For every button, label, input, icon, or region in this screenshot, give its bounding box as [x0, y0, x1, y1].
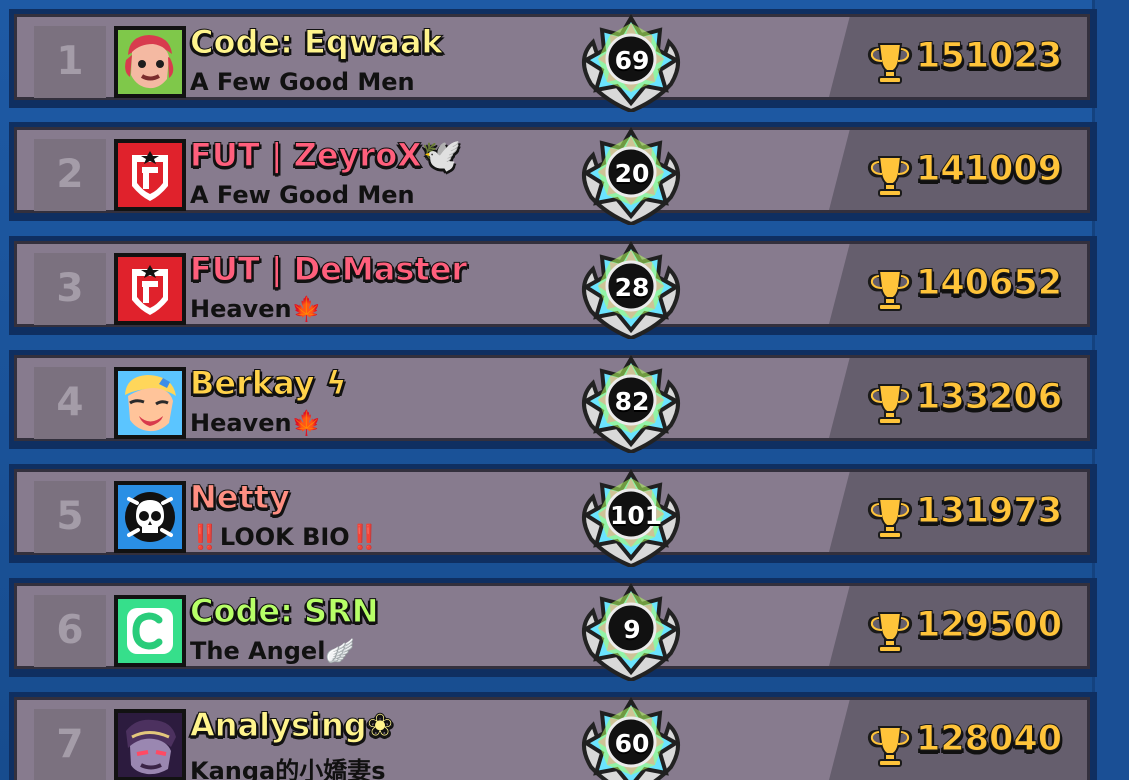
avatar-image	[118, 30, 182, 94]
rank-number: 6	[56, 608, 84, 653]
player-level: 9	[623, 615, 641, 644]
avatar-image	[118, 143, 182, 207]
player-level: 101	[610, 501, 663, 530]
row-frame: 1 Code: Eqwaak A Few Good Men 69 151023	[14, 14, 1090, 112]
trophy-count: 131973	[915, 491, 1063, 532]
trophy-count: 129500	[915, 605, 1063, 646]
trophy-count: 151023	[915, 36, 1063, 77]
trophy-icon	[867, 498, 913, 539]
dark-purple-brawler-avatar	[114, 709, 186, 780]
rank-number: 3	[56, 266, 84, 311]
player-name: Code: Eqwaak	[190, 23, 444, 62]
fut-club-logo-avatar	[114, 253, 186, 325]
player-name: Netty	[190, 478, 291, 517]
rank-number: 1	[56, 39, 84, 84]
leaderboard-row-1[interactable]: 1 Code: Eqwaak A Few Good Men 69 151023	[9, 9, 1097, 112]
row-frame: 2 FUT | ZeyroX🕊️ A Few Good Men 20 14100…	[14, 127, 1090, 225]
player-level: 20	[614, 159, 650, 188]
side-panel-strip	[1092, 0, 1129, 780]
club-name: ‼️LOOK BIO‼️	[190, 523, 380, 551]
leaderboard-row-6[interactable]: 6 Code: SRN The Angel🪽 9 129500	[9, 578, 1097, 681]
green-c-logo-avatar	[114, 595, 186, 667]
trophy-icon	[867, 43, 913, 84]
player-name: Analysing❀	[189, 706, 394, 745]
trophy-count: 133206	[915, 377, 1063, 418]
avatar-image	[118, 599, 182, 663]
trophy-icon	[867, 270, 913, 311]
rank-number: 5	[56, 494, 84, 539]
trophy-count: 141009	[915, 149, 1063, 190]
player-level: 82	[614, 387, 650, 416]
club-name: Heaven🍁	[190, 295, 322, 323]
fut-club-logo-avatar	[114, 139, 186, 211]
player-name: Berkay ϟ	[190, 364, 348, 403]
row-frame: 5 Netty ‼️LOOK BIO‼️ 101 131973	[14, 469, 1090, 567]
player-level: 60	[614, 729, 650, 758]
leaderboard-screen: 1 Code: Eqwaak A Few Good Men 69 151023 …	[0, 0, 1129, 780]
player-level: 69	[614, 46, 650, 75]
player-name: FUT | DeMaster	[189, 250, 468, 289]
trophy-icon	[867, 612, 913, 653]
trophy-count: 140652	[915, 263, 1063, 304]
leaderboard-row-7[interactable]: 7 Analysing❀ Kanga的小嬌妻s 60 128040	[9, 692, 1097, 780]
club-name: Kanga的小嬌妻s	[190, 757, 386, 780]
row-frame: 7 Analysing❀ Kanga的小嬌妻s 60 128040	[14, 697, 1090, 780]
club-name: A Few Good Men	[190, 181, 415, 209]
trophy-icon	[867, 726, 913, 767]
leaderboard-row-3[interactable]: 3 FUT | DeMaster Heaven🍁 28 140652	[9, 236, 1097, 339]
player-level: 28	[614, 273, 650, 302]
leaderboard-row-2[interactable]: 2 FUT | ZeyroX🕊️ A Few Good Men 20 14100…	[9, 122, 1097, 225]
trophy-icon	[867, 156, 913, 197]
row-frame: 4 Berkay ϟ Heaven🍁 82 133206	[14, 355, 1090, 453]
row-frame: 6 Code: SRN The Angel🪽 9 129500	[14, 583, 1090, 681]
row-frame: 3 FUT | DeMaster Heaven🍁 28 140652	[14, 241, 1090, 339]
club-name: Heaven🍁	[190, 409, 322, 437]
avatar-image	[118, 371, 182, 435]
skull-avatar	[114, 481, 186, 553]
leaderboard-row-5[interactable]: 5 Netty ‼️LOOK BIO‼️ 101 131973	[9, 464, 1097, 567]
rank-number: 2	[56, 152, 84, 197]
trophy-count: 128040	[915, 719, 1063, 760]
club-name: The Angel🪽	[190, 637, 356, 665]
blonde-brawler-avatar	[114, 367, 186, 439]
club-name: A Few Good Men	[190, 68, 415, 96]
avatar-image	[118, 713, 182, 777]
trophy-icon	[867, 384, 913, 425]
avatar-image	[118, 257, 182, 321]
rank-number: 4	[56, 380, 84, 425]
rank-number: 7	[56, 722, 84, 767]
leaderboard-row-4[interactable]: 4 Berkay ϟ Heaven🍁 82 133206	[9, 350, 1097, 453]
player-name: FUT | ZeyroX🕊️	[190, 136, 463, 175]
red-haired-brawler-avatar	[114, 26, 186, 98]
avatar-image	[118, 485, 182, 549]
player-name: Code: SRN	[189, 592, 379, 631]
